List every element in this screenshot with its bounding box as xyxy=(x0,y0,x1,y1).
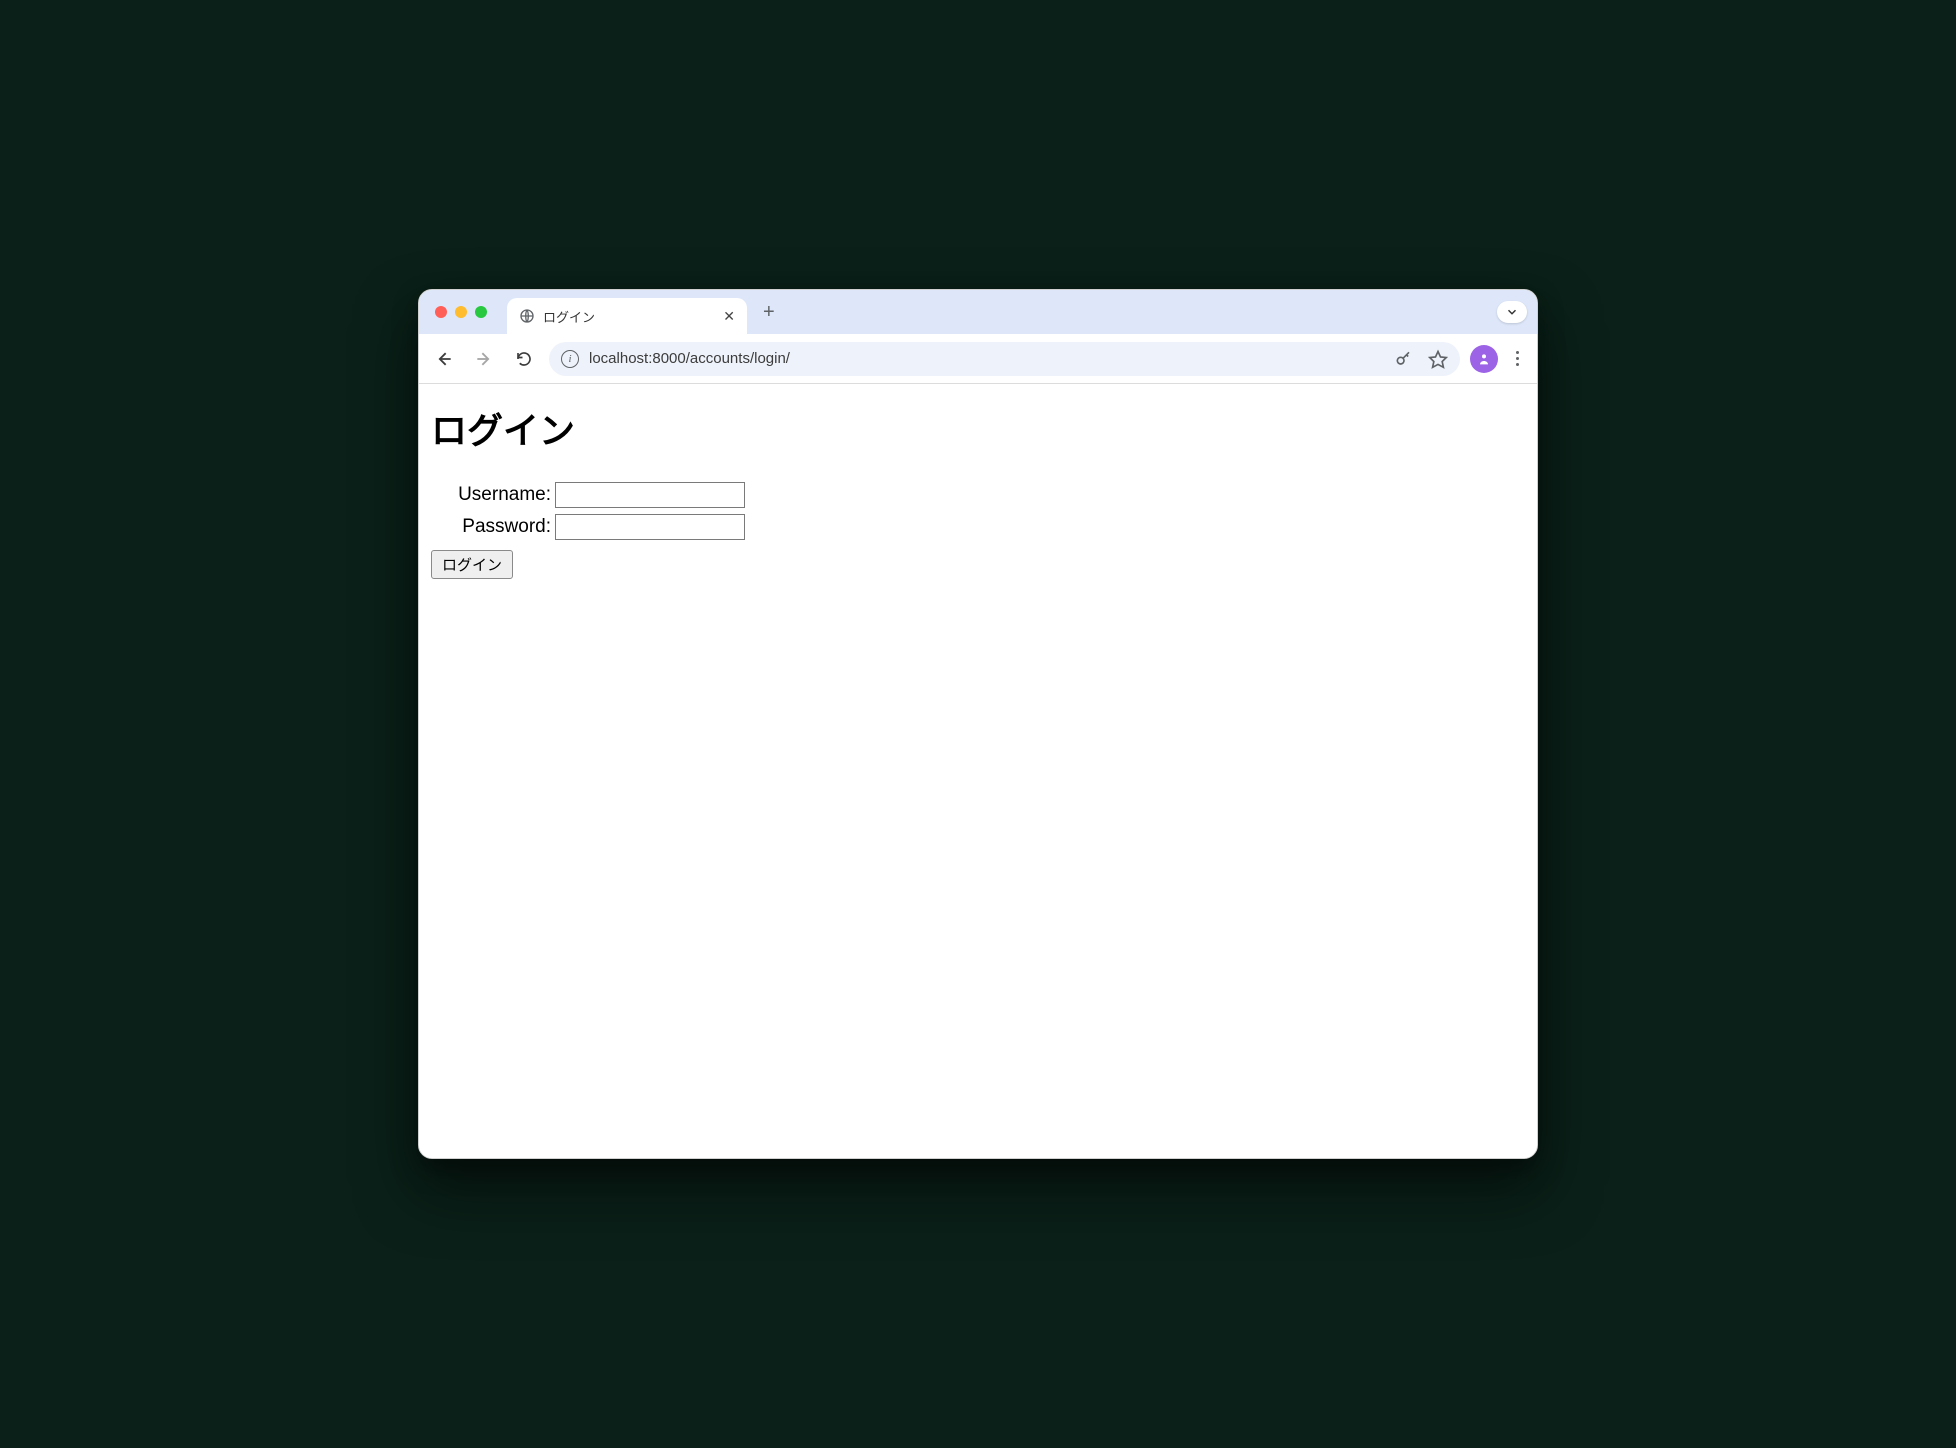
omnibox-actions xyxy=(1394,349,1448,369)
profile-avatar[interactable] xyxy=(1470,345,1498,373)
tab-title: ログイン xyxy=(543,307,595,326)
close-window-button[interactable] xyxy=(435,306,447,318)
traffic-lights xyxy=(435,306,487,318)
back-button[interactable] xyxy=(429,344,459,374)
url-text: localhost:8000/accounts/login/ xyxy=(589,350,790,367)
close-tab-button[interactable]: ✕ xyxy=(723,309,735,323)
login-button[interactable]: ログイン xyxy=(431,550,513,579)
globe-icon xyxy=(519,308,535,324)
password-input[interactable] xyxy=(555,514,745,540)
new-tab-button[interactable]: + xyxy=(759,298,779,326)
minimize-window-button[interactable] xyxy=(455,306,467,318)
address-bar[interactable]: i localhost:8000/accounts/login/ xyxy=(549,342,1460,376)
page-heading: ログイン xyxy=(431,402,1525,454)
username-input[interactable] xyxy=(555,482,745,508)
forward-button[interactable] xyxy=(469,344,499,374)
username-row: Username: xyxy=(431,482,1525,508)
password-row: Password: xyxy=(431,514,1525,540)
bookmark-star-icon[interactable] xyxy=(1428,349,1448,369)
password-label: Password: xyxy=(431,516,551,538)
password-key-icon[interactable] xyxy=(1394,349,1414,369)
browser-menu-button[interactable] xyxy=(1508,345,1527,372)
maximize-window-button[interactable] xyxy=(475,306,487,318)
browser-tab[interactable]: ログイン ✕ xyxy=(507,298,747,334)
username-label: Username: xyxy=(431,484,551,506)
browser-window: ログイン ✕ + xyxy=(418,289,1538,1159)
reload-button[interactable] xyxy=(509,344,539,374)
tab-bar: ログイン ✕ + xyxy=(419,290,1537,334)
page-content: ログイン Username: Password: ログイン xyxy=(419,384,1537,1158)
site-info-icon[interactable]: i xyxy=(561,350,579,368)
window-menu-button[interactable] xyxy=(1497,301,1527,323)
toolbar: i localhost:8000/accounts/login/ xyxy=(419,334,1537,384)
